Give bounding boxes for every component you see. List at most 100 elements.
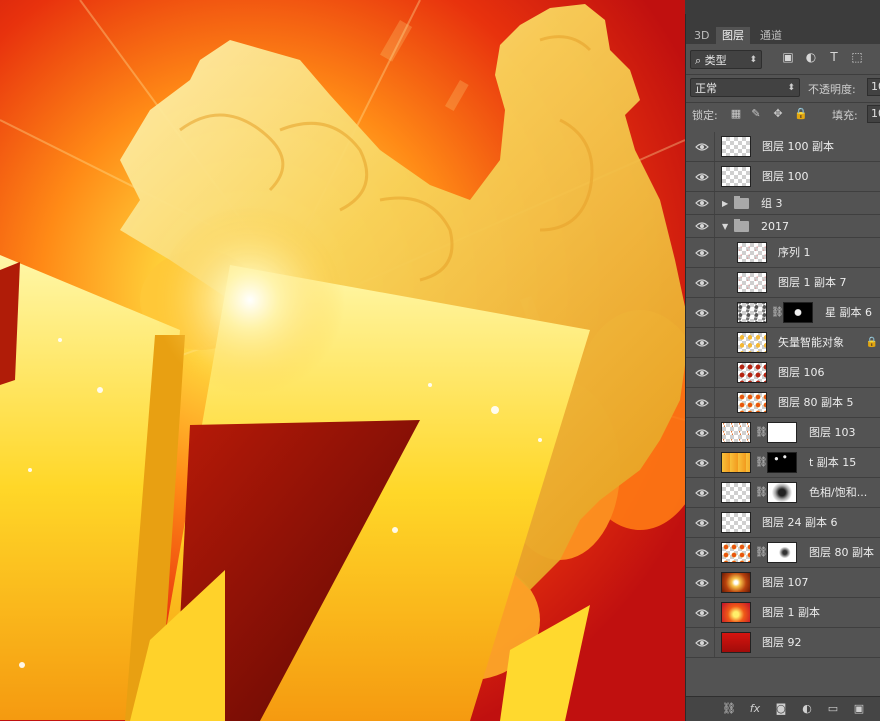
layer-row[interactable]: ⛓ 星 副本 6 — [686, 298, 880, 328]
layer-name[interactable]: 图层 80 副本 — [809, 538, 874, 568]
adjustment-icon[interactable]: ◐ — [800, 702, 814, 716]
blend-mode-select[interactable]: 正常 ⬍ — [690, 78, 800, 97]
layer-name[interactable]: 图层 106 — [778, 358, 825, 388]
layer-thumbnail[interactable] — [737, 332, 767, 353]
document-canvas[interactable] — [0, 0, 685, 721]
visibility-eye-icon[interactable] — [695, 578, 709, 588]
layer-name[interactable]: 图层 92 — [762, 628, 802, 658]
layer-name[interactable]: 图层 103 — [809, 418, 856, 448]
layer-row[interactable]: 图层 1 副本 — [686, 598, 880, 628]
layer-thumbnail[interactable] — [737, 362, 767, 383]
visibility-eye-icon[interactable] — [695, 142, 709, 152]
layer-row[interactable]: 矢量智能对象 🔒 — [686, 328, 880, 358]
layer-thumbnail[interactable] — [721, 542, 751, 563]
layer-name[interactable]: 组 3 — [761, 192, 783, 215]
visibility-eye-icon[interactable] — [695, 608, 709, 618]
layer-name[interactable]: 序列 1 — [778, 238, 811, 268]
lock-all-icon[interactable]: 🔒 — [794, 108, 808, 120]
visibility-eye-icon[interactable] — [695, 368, 709, 378]
filter-kind-select[interactable]: ⌕ 类型 ⬍ — [690, 50, 762, 69]
layer-row[interactable]: ⛓ 图层 103 — [686, 418, 880, 448]
layer-name[interactable]: 图层 100 — [762, 162, 809, 192]
layer-thumbnail[interactable] — [721, 166, 751, 187]
layer-mask-thumbnail[interactable] — [783, 302, 813, 323]
layer-name[interactable]: 矢量智能对象 — [778, 328, 844, 358]
layer-row[interactable]: 图层 92 — [686, 628, 880, 658]
mask-link-icon[interactable]: ⛓ — [755, 457, 768, 469]
layer-name[interactable]: 图层 100 副本 — [762, 132, 834, 162]
filter-pixel-icon[interactable]: ▣ — [781, 50, 795, 64]
layer-thumbnail[interactable] — [721, 602, 751, 623]
layer-group-row[interactable]: ▼ 2017 — [686, 215, 880, 238]
layer-row[interactable]: 图层 24 副本 6 — [686, 508, 880, 538]
tab-layers[interactable]: 图层 — [716, 27, 750, 44]
layer-mask-thumbnail[interactable] — [767, 482, 797, 503]
layer-mask-thumbnail[interactable] — [767, 422, 797, 443]
visibility-eye-icon[interactable] — [695, 198, 709, 208]
visibility-eye-icon[interactable] — [695, 428, 709, 438]
visibility-eye-icon[interactable] — [695, 248, 709, 258]
visibility-eye-icon[interactable] — [695, 488, 709, 498]
layer-row[interactable]: 图层 107 — [686, 568, 880, 598]
layer-thumbnail[interactable] — [737, 272, 767, 293]
visibility-eye-icon[interactable] — [695, 338, 709, 348]
layer-row[interactable]: ⛓ t 副本 15 — [686, 448, 880, 478]
fill-input[interactable]: 10 — [867, 105, 880, 123]
layer-row[interactable]: 图层 100 — [686, 162, 880, 192]
new-layer-icon[interactable]: ▣ — [852, 702, 866, 716]
layer-row[interactable]: 图层 106 — [686, 358, 880, 388]
collapse-arrow-icon[interactable]: ▼ — [722, 222, 728, 231]
lock-transparent-icon[interactable]: ▦ — [730, 108, 742, 120]
layer-row[interactable]: 图层 100 副本 — [686, 132, 880, 162]
visibility-eye-icon[interactable] — [695, 458, 709, 468]
add-mask-icon[interactable]: ◙ — [774, 702, 788, 716]
mask-link-icon[interactable]: ⛓ — [755, 487, 768, 499]
layer-name[interactable]: 2017 — [761, 215, 789, 238]
fx-icon[interactable]: fx — [748, 702, 762, 716]
visibility-eye-icon[interactable] — [695, 638, 709, 648]
visibility-eye-icon[interactable] — [695, 172, 709, 182]
link-icon[interactable]: ⛓ — [722, 702, 736, 716]
expand-arrow-icon[interactable]: ▶ — [722, 199, 728, 208]
visibility-eye-icon[interactable] — [695, 221, 709, 231]
layer-thumbnail[interactable] — [721, 512, 751, 533]
tab-3d[interactable]: 3D — [688, 27, 715, 44]
layer-name[interactable]: 图层 24 副本 6 — [762, 508, 838, 538]
lock-image-icon[interactable]: ✎ — [750, 108, 762, 120]
layer-thumbnail[interactable] — [721, 422, 751, 443]
visibility-eye-icon[interactable] — [695, 278, 709, 288]
layer-name[interactable]: 图层 107 — [762, 568, 809, 598]
visibility-eye-icon[interactable] — [695, 308, 709, 318]
mask-link-icon[interactable]: ⛓ — [755, 427, 768, 439]
layer-thumbnail[interactable] — [721, 452, 751, 473]
layer-mask-thumbnail[interactable] — [767, 452, 797, 473]
layer-name[interactable]: 图层 1 副本 7 — [778, 268, 847, 298]
lock-position-icon[interactable]: ✥ — [772, 108, 784, 120]
layer-row[interactable]: 序列 1 — [686, 238, 880, 268]
layer-name[interactable]: 图层 80 副本 5 — [778, 388, 854, 418]
visibility-eye-icon[interactable] — [695, 518, 709, 528]
mask-link-icon[interactable]: ⛓ — [755, 547, 768, 559]
filter-adjustment-icon[interactable]: ◐ — [804, 50, 818, 64]
layer-thumbnail[interactable] — [737, 392, 767, 413]
layer-thumbnail[interactable] — [737, 302, 767, 323]
layer-row[interactable]: 图层 1 副本 7 — [686, 268, 880, 298]
layer-name[interactable]: 星 副本 6 — [825, 298, 872, 328]
filter-shape-icon[interactable]: ⬚ — [850, 50, 864, 64]
new-group-icon[interactable]: ▭ — [826, 702, 840, 716]
layer-mask-thumbnail[interactable] — [767, 542, 797, 563]
layer-name[interactable]: t 副本 15 — [809, 448, 856, 478]
layer-name[interactable]: 色相/饱和... — [809, 478, 867, 508]
layer-thumbnail[interactable] — [721, 572, 751, 593]
visibility-eye-icon[interactable] — [695, 548, 709, 558]
layer-thumbnail[interactable] — [721, 482, 751, 503]
layer-group-row[interactable]: ▶ 组 3 — [686, 192, 880, 215]
layer-thumbnail[interactable] — [721, 136, 751, 157]
opacity-input[interactable]: 10 — [867, 78, 880, 96]
mask-link-icon[interactable]: ⛓ — [771, 307, 784, 319]
layer-name[interactable]: 图层 1 副本 — [762, 598, 820, 628]
layer-row[interactable]: ⛓ 色相/饱和... — [686, 478, 880, 508]
layer-row[interactable]: 图层 80 副本 5 — [686, 388, 880, 418]
visibility-eye-icon[interactable] — [695, 398, 709, 408]
layer-thumbnail[interactable] — [737, 242, 767, 263]
